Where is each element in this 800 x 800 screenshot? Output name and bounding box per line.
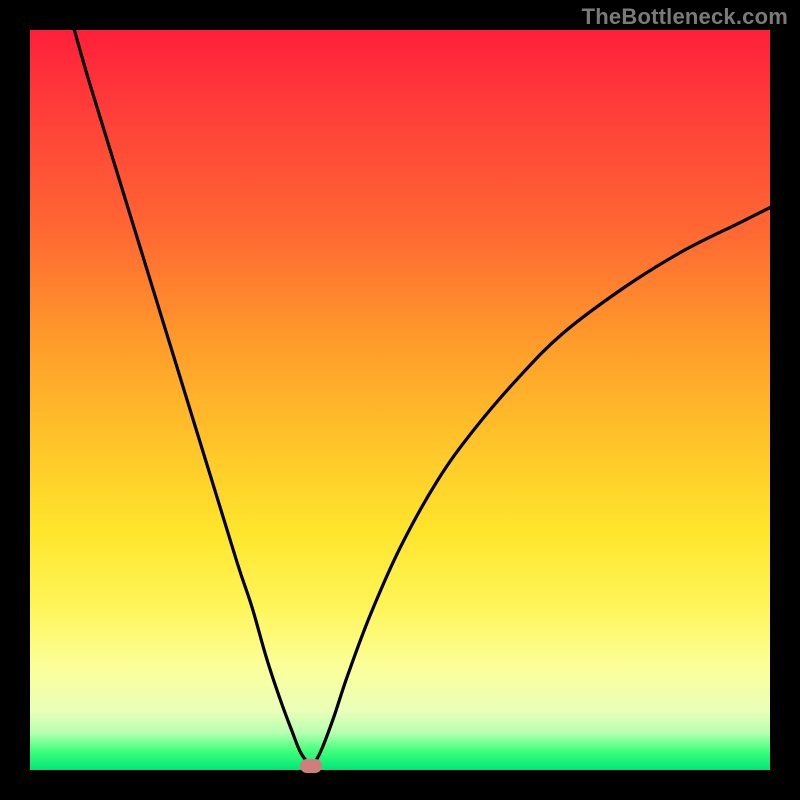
plot-area	[30, 30, 770, 770]
watermark-text: TheBottleneck.com	[582, 4, 788, 30]
outer-frame: TheBottleneck.com	[0, 0, 800, 800]
minimum-marker	[300, 759, 322, 773]
curve-path	[74, 30, 770, 768]
bottleneck-curve	[30, 30, 770, 770]
